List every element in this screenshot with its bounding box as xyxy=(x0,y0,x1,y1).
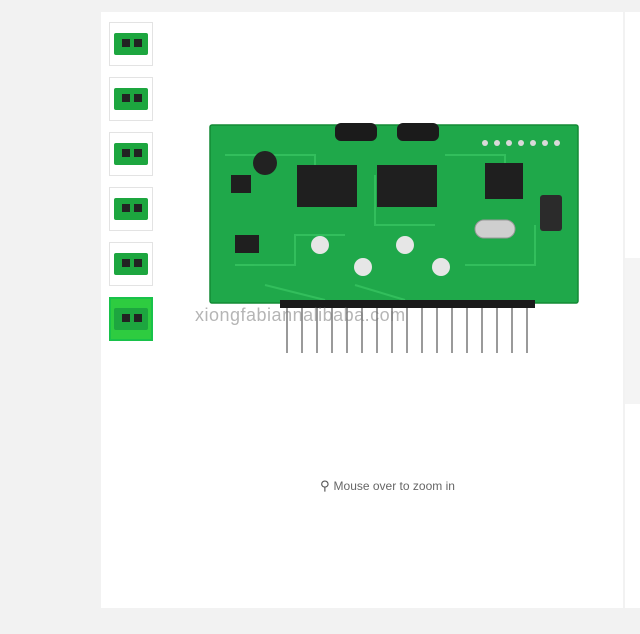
thumbnail-1[interactable] xyxy=(109,22,153,66)
thumbnail-list xyxy=(109,22,157,352)
thumbnail-5[interactable] xyxy=(109,242,153,286)
right-side-panel xyxy=(625,258,640,404)
thumbnail-4[interactable] xyxy=(109,187,153,231)
thumbnail-2[interactable] xyxy=(109,77,153,121)
thumbnail-6-selected[interactable] xyxy=(109,297,153,341)
board-thumbnail-image xyxy=(114,198,148,220)
board-thumbnail-image xyxy=(114,143,148,165)
bottom-bar xyxy=(0,608,640,634)
zoom-hint: ⚲ Mouse over to zoom in xyxy=(320,478,455,494)
search-icon: ⚲ xyxy=(320,478,330,493)
board-thumbnail-image xyxy=(114,253,148,275)
top-bar xyxy=(0,0,640,12)
board-thumbnail-image xyxy=(114,308,148,330)
thumbnail-3[interactable] xyxy=(109,132,153,176)
image-watermark: xiongfabiannalibaba.com xyxy=(195,305,406,325)
board-thumbnail-image xyxy=(114,88,148,110)
zoom-hint-label: Mouse over to zoom in xyxy=(333,479,455,493)
board-thumbnail-image xyxy=(114,33,148,55)
